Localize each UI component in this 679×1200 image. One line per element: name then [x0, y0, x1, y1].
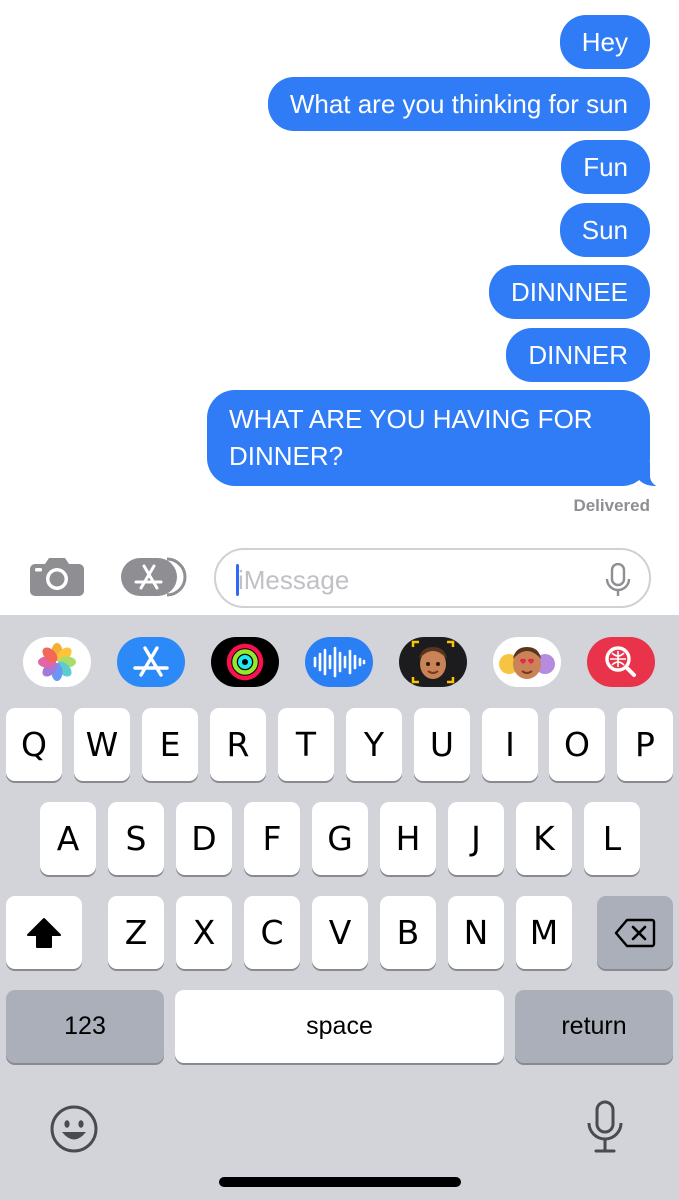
key-q[interactable]: Q [6, 708, 62, 781]
image-search-icon [605, 646, 636, 677]
key-u[interactable]: U [414, 708, 470, 781]
key-w[interactable]: W [74, 708, 130, 781]
key-v[interactable]: V [312, 896, 368, 969]
message-thread[interactable]: Hey What are you thinking for sun Fun Su… [0, 0, 679, 530]
message-bubble[interactable]: Sun [559, 203, 650, 257]
message-bubble[interactable]: Hey [559, 15, 650, 69]
delete-key[interactable] [597, 896, 673, 969]
message-text: Fun [583, 152, 628, 182]
audio-message-icon [313, 646, 366, 678]
camera-icon [30, 558, 84, 596]
key-o[interactable]: O [549, 708, 605, 781]
memoji-camera-icon [411, 640, 455, 684]
numbers-key[interactable]: 123 [6, 990, 164, 1063]
key-f[interactable]: F [244, 802, 300, 875]
key-b[interactable]: B [380, 896, 436, 969]
app-drawer-item[interactable] [117, 637, 185, 687]
activity-rings-icon [226, 643, 264, 681]
message-text: WHAT ARE YOU HAVING FOR DINNER? [229, 404, 593, 471]
message-text: Hey [581, 27, 628, 57]
keyboard: Q W E R T Y U I O P A S D F G H J K L Z … [0, 615, 679, 1200]
key-x[interactable]: X [176, 896, 232, 969]
space-key[interactable]: space [175, 990, 504, 1063]
emoji-button[interactable] [48, 1103, 100, 1155]
key-k[interactable]: K [516, 802, 572, 875]
return-key[interactable]: return [515, 990, 673, 1063]
dictation-button[interactable] [585, 1099, 625, 1159]
message-text: Sun [581, 215, 628, 245]
app-drawer-item[interactable] [211, 637, 279, 687]
app-store-icon [133, 646, 169, 677]
message-bubble[interactable]: DINNNEE [488, 265, 650, 319]
key-c[interactable]: C [244, 896, 300, 969]
key-h[interactable]: H [380, 802, 436, 875]
camera-button[interactable] [29, 556, 85, 598]
key-p[interactable]: P [617, 708, 673, 781]
key-r[interactable]: R [210, 708, 266, 781]
app-drawer-item[interactable] [493, 637, 561, 687]
key-d[interactable]: D [176, 802, 232, 875]
microphone-icon[interactable] [605, 563, 631, 597]
app-store-icon [121, 557, 187, 597]
key-t[interactable]: T [278, 708, 334, 781]
app-drawer-item[interactable] [23, 637, 91, 687]
delivery-status: Delivered [573, 496, 650, 515]
message-text: DINNER [528, 340, 628, 370]
compose-bar: iMessage [0, 540, 679, 615]
key-i[interactable]: I [482, 708, 538, 781]
shift-key[interactable] [6, 896, 82, 969]
message-placeholder: iMessage [238, 565, 350, 595]
memoji-stickers-icon [499, 647, 555, 679]
message-text: DINNNEE [510, 277, 628, 307]
key-z[interactable]: Z [108, 896, 164, 969]
app-drawer-item[interactable] [587, 637, 655, 687]
key-l[interactable]: L [584, 802, 640, 875]
message-bubble[interactable]: WHAT ARE YOU HAVING FOR DINNER? [207, 390, 676, 488]
photos-icon [38, 643, 76, 681]
shift-icon [27, 917, 61, 948]
key-g[interactable]: G [312, 802, 368, 875]
key-m[interactable]: M [516, 896, 572, 969]
key-e[interactable]: E [142, 708, 198, 781]
delete-icon [614, 918, 656, 947]
key-s[interactable]: S [108, 802, 164, 875]
key-j[interactable]: J [448, 802, 504, 875]
key-a[interactable]: A [40, 802, 96, 875]
apps-button[interactable] [119, 557, 187, 597]
message-bubble[interactable]: What are you thinking for sun [267, 77, 650, 131]
emoji-icon [50, 1105, 98, 1153]
app-drawer-item[interactable] [399, 637, 467, 687]
message-input[interactable]: iMessage [214, 548, 651, 608]
home-indicator[interactable] [219, 1177, 461, 1187]
message-bubble[interactable]: Fun [561, 140, 650, 194]
message-text: What are you thinking for sun [289, 89, 628, 119]
app-drawer-item[interactable] [305, 637, 373, 687]
key-n[interactable]: N [448, 896, 504, 969]
imessage-app-drawer [0, 615, 679, 707]
key-y[interactable]: Y [346, 708, 402, 781]
microphone-icon [587, 1100, 623, 1153]
message-bubble[interactable]: DINNER [506, 328, 650, 382]
